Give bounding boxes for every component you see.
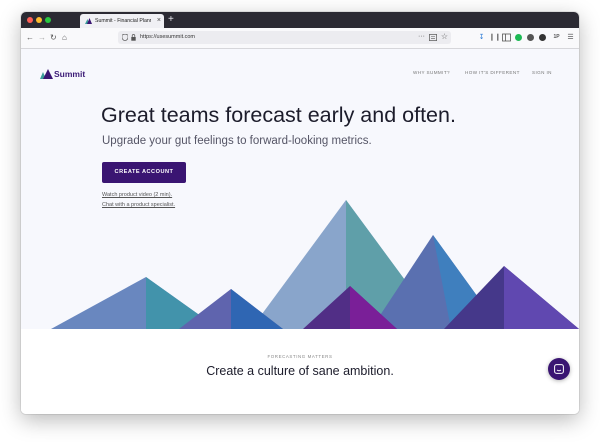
nav-sign-in[interactable]: SIGN IN <box>532 69 552 77</box>
new-tab-button[interactable]: + <box>168 13 174 27</box>
browser-window: Summit - Financial Planning Software × +… <box>21 12 579 414</box>
summit-logo-icon <box>40 69 53 79</box>
create-account-button[interactable]: CREATE ACCOUNT <box>102 162 186 183</box>
menu-icon[interactable]: ☰ <box>566 33 575 42</box>
profile-extension-icon[interactable] <box>539 34 546 41</box>
summit-favicon-icon <box>85 18 92 24</box>
hero-subheadline: Upgrade your gut feelings to forward-loo… <box>102 135 372 147</box>
url-text[interactable]: https://usesummit.com <box>140 33 195 42</box>
zoom-window-button[interactable] <box>45 17 51 23</box>
minimize-window-button[interactable] <box>36 17 42 23</box>
close-window-button[interactable] <box>27 17 33 23</box>
shield-icon[interactable] <box>122 34 128 41</box>
chat-bubble-icon <box>554 364 564 374</box>
tab-bar: Summit - Financial Planning Software × + <box>21 12 579 28</box>
web-page: Summit WHY SUMMIT? HOW IT'S DIFFERENT SI… <box>21 49 579 414</box>
section-eyebrow: FORECASTING MATTERS <box>267 354 333 359</box>
page-actions-icon[interactable]: ··· <box>418 32 425 42</box>
nav-how-its-different[interactable]: HOW IT'S DIFFERENT <box>465 69 520 77</box>
sidebar-icon[interactable] <box>502 33 511 42</box>
mountains-illustration <box>51 200 579 329</box>
extension-icon[interactable] <box>527 34 534 41</box>
nav-why-summit[interactable]: WHY SUMMIT? <box>413 69 450 77</box>
reload-icon[interactable]: ↻ <box>50 33 57 43</box>
hero-headline: Great teams forecast early and often. <box>101 103 456 127</box>
back-arrow-icon[interactable]: ← <box>26 33 34 43</box>
section-title: Create a culture of sane ambition. <box>206 364 394 378</box>
tab-title: Summit - Financial Planning Software <box>95 18 151 24</box>
forecasting-section: FORECASTING MATTERS Create a culture of … <box>21 329 579 414</box>
forward-arrow-icon[interactable]: → <box>38 33 46 43</box>
translate-extension-icon[interactable]: 1P <box>552 33 561 42</box>
reader-icon[interactable] <box>429 34 437 41</box>
navigation-toolbar: ← → ↻ ⌂ https://usesummit.com ··· ☆ ↧ ❙❙… <box>21 28 579 49</box>
tab-close-icon[interactable]: × <box>157 16 161 26</box>
spotify-extension-icon[interactable] <box>515 34 522 41</box>
browser-tab[interactable]: Summit - Financial Planning Software × <box>80 14 164 28</box>
logo-text: Summit <box>54 69 86 79</box>
chat-launcher-button[interactable] <box>548 358 570 380</box>
library-icon[interactable]: ❙❙ <box>489 33 501 42</box>
lock-icon[interactable] <box>131 34 136 41</box>
address-bar[interactable]: https://usesummit.com ··· ☆ <box>118 31 451 44</box>
download-icon[interactable]: ↧ <box>477 33 486 42</box>
home-icon[interactable]: ⌂ <box>62 33 67 43</box>
bookmark-star-icon[interactable]: ☆ <box>441 32 448 42</box>
